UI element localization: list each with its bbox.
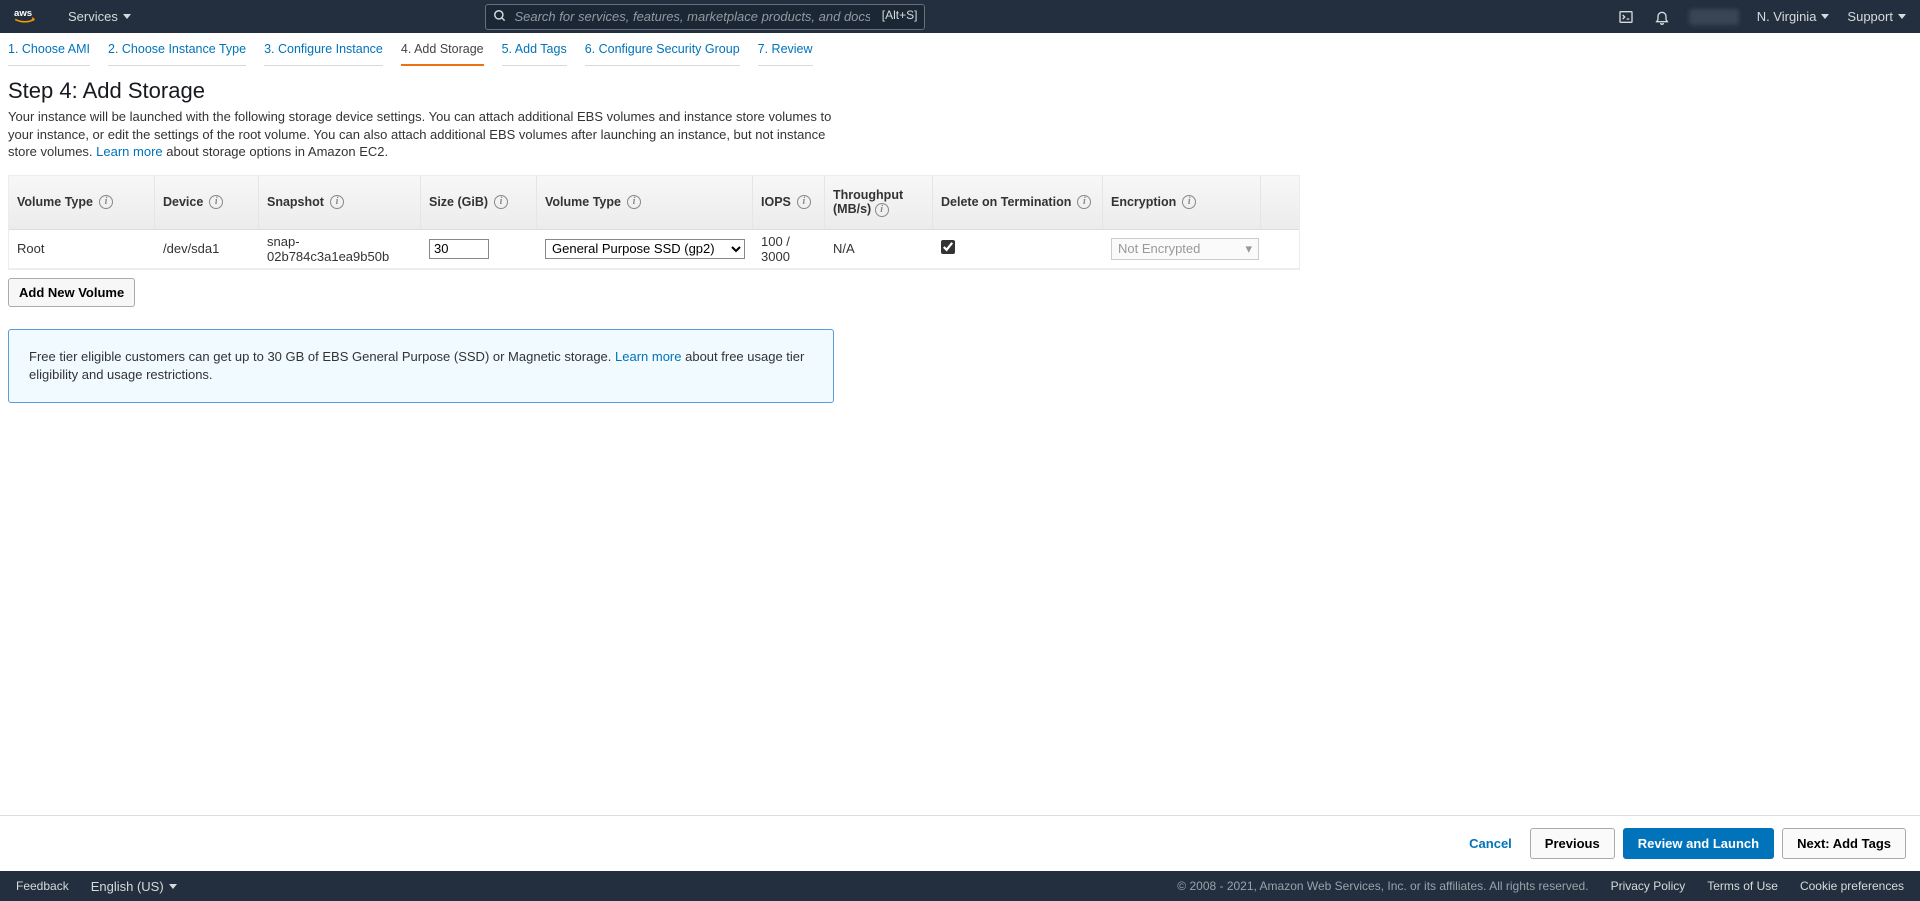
th-spare	[1261, 176, 1299, 229]
page-title: Step 4: Add Storage	[8, 78, 842, 104]
th-volume-type-2: Volume Typei	[537, 176, 753, 229]
cell-device: /dev/sda1	[155, 237, 259, 260]
previous-button[interactable]: Previous	[1530, 828, 1615, 859]
support-menu[interactable]: Support	[1847, 9, 1906, 24]
table-header: Volume Typei Devicei Snapshoti Size (GiB…	[9, 176, 1299, 230]
caret-down-icon	[169, 884, 177, 889]
caret-down-icon	[1821, 14, 1829, 19]
table-row: Root /dev/sda1 snap-02b784c3a1ea9b50b Ge…	[9, 230, 1299, 269]
region-selector[interactable]: N. Virginia	[1757, 9, 1830, 24]
cell-iops: 100 / 3000	[753, 230, 825, 268]
review-and-launch-button[interactable]: Review and Launch	[1623, 828, 1774, 859]
step-add-storage[interactable]: 4. Add Storage	[401, 42, 484, 66]
th-delete-on-termination: Delete on Terminationi	[933, 176, 1103, 229]
services-menu[interactable]: Services	[68, 9, 131, 24]
free-tier-info-box: Free tier eligible customers can get up …	[8, 329, 834, 403]
cell-volume-type-2: General Purpose SSD (gp2)	[537, 235, 753, 263]
svg-text:aws: aws	[14, 7, 32, 18]
step-add-tags[interactable]: 5. Add Tags	[502, 42, 567, 66]
region-label: N. Virginia	[1757, 9, 1817, 24]
cell-size	[421, 235, 537, 263]
th-device: Devicei	[155, 176, 259, 229]
feedback-link[interactable]: Feedback	[16, 879, 69, 893]
caret-down-icon	[123, 14, 131, 19]
cell-snapshot: snap-02b784c3a1ea9b50b	[259, 230, 421, 268]
encryption-value: Not Encrypted	[1118, 241, 1200, 256]
cookie-preferences-link[interactable]: Cookie preferences	[1800, 879, 1904, 893]
th-size: Size (GiB)i	[421, 176, 537, 229]
caret-down-icon: ▾	[1245, 241, 1252, 257]
delete-on-termination-checkbox[interactable]	[941, 240, 955, 254]
notifications-icon[interactable]	[1653, 8, 1671, 26]
support-label: Support	[1847, 9, 1893, 24]
step-configure-instance[interactable]: 3. Configure Instance	[264, 42, 383, 66]
cell-throughput: N/A	[825, 237, 933, 260]
learn-more-link[interactable]: Learn more	[96, 144, 162, 159]
info-icon[interactable]: i	[494, 195, 508, 209]
info-icon[interactable]: i	[627, 195, 641, 209]
th-iops: IOPSi	[753, 176, 825, 229]
language-label: English (US)	[91, 879, 164, 894]
info-icon[interactable]: i	[99, 195, 113, 209]
aws-logo[interactable]: aws	[14, 6, 50, 28]
info-icon[interactable]: i	[330, 195, 344, 209]
info-icon[interactable]: i	[1077, 195, 1091, 209]
copyright-text: © 2008 - 2021, Amazon Web Services, Inc.…	[1177, 879, 1588, 893]
th-volume-type: Volume Typei	[9, 176, 155, 229]
step-choose-ami[interactable]: 1. Choose AMI	[8, 42, 90, 66]
th-throughput: Throughput(MB/s) i	[825, 176, 933, 229]
step-choose-instance-type[interactable]: 2. Choose Instance Type	[108, 42, 246, 66]
caret-down-icon	[1898, 14, 1906, 19]
search-shortcut-label: [Alt+S]	[882, 8, 918, 22]
main-content: Step 4: Add Storage Your instance will b…	[0, 66, 850, 161]
next-button[interactable]: Next: Add Tags	[1782, 828, 1906, 859]
infobox-learn-more-link[interactable]: Learn more	[615, 349, 681, 364]
cancel-button[interactable]: Cancel	[1459, 829, 1522, 858]
storage-table: Volume Typei Devicei Snapshoti Size (GiB…	[8, 175, 1300, 270]
page-description: Your instance will be launched with the …	[8, 108, 842, 161]
nav-right: N. Virginia Support	[1617, 8, 1906, 26]
search-icon	[493, 9, 507, 26]
infobox-text-a: Free tier eligible customers can get up …	[29, 349, 615, 364]
step-review[interactable]: 7. Review	[758, 42, 813, 66]
language-selector[interactable]: English (US)	[91, 879, 177, 894]
info-icon[interactable]: i	[875, 203, 889, 217]
size-input[interactable]	[429, 239, 489, 259]
info-icon[interactable]: i	[209, 195, 223, 209]
global-nav: aws Services [Alt+S] N. Virginia Support	[0, 0, 1920, 33]
terms-of-use-link[interactable]: Terms of Use	[1707, 879, 1778, 893]
cell-delete-on-termination	[933, 236, 1103, 261]
cloudshell-icon[interactable]	[1617, 8, 1635, 26]
account-name-redacted[interactable]	[1689, 9, 1739, 25]
cell-volume-type: Root	[9, 237, 155, 260]
info-icon[interactable]: i	[797, 195, 811, 209]
search-wrapper: [Alt+S]	[485, 4, 925, 30]
th-encryption: Encryptioni	[1103, 176, 1261, 229]
wizard-steps: 1. Choose AMI 2. Choose Instance Type 3.…	[0, 33, 1920, 66]
privacy-policy-link[interactable]: Privacy Policy	[1611, 879, 1686, 893]
lead-text-b: about storage options in Amazon EC2.	[163, 144, 388, 159]
cell-encryption: Not Encrypted ▾	[1103, 234, 1261, 264]
step-security-group[interactable]: 6. Configure Security Group	[585, 42, 740, 66]
global-search-input[interactable]	[485, 4, 925, 30]
info-icon[interactable]: i	[1182, 195, 1196, 209]
services-label: Services	[68, 9, 118, 24]
wizard-actions: Cancel Previous Review and Launch Next: …	[0, 815, 1920, 871]
volume-type-select[interactable]: General Purpose SSD (gp2)	[545, 239, 745, 259]
console-footer: Feedback English (US) © 2008 - 2021, Ama…	[0, 871, 1920, 901]
encryption-select[interactable]: Not Encrypted ▾	[1111, 238, 1259, 260]
add-new-volume-button[interactable]: Add New Volume	[8, 278, 135, 307]
th-snapshot: Snapshoti	[259, 176, 421, 229]
